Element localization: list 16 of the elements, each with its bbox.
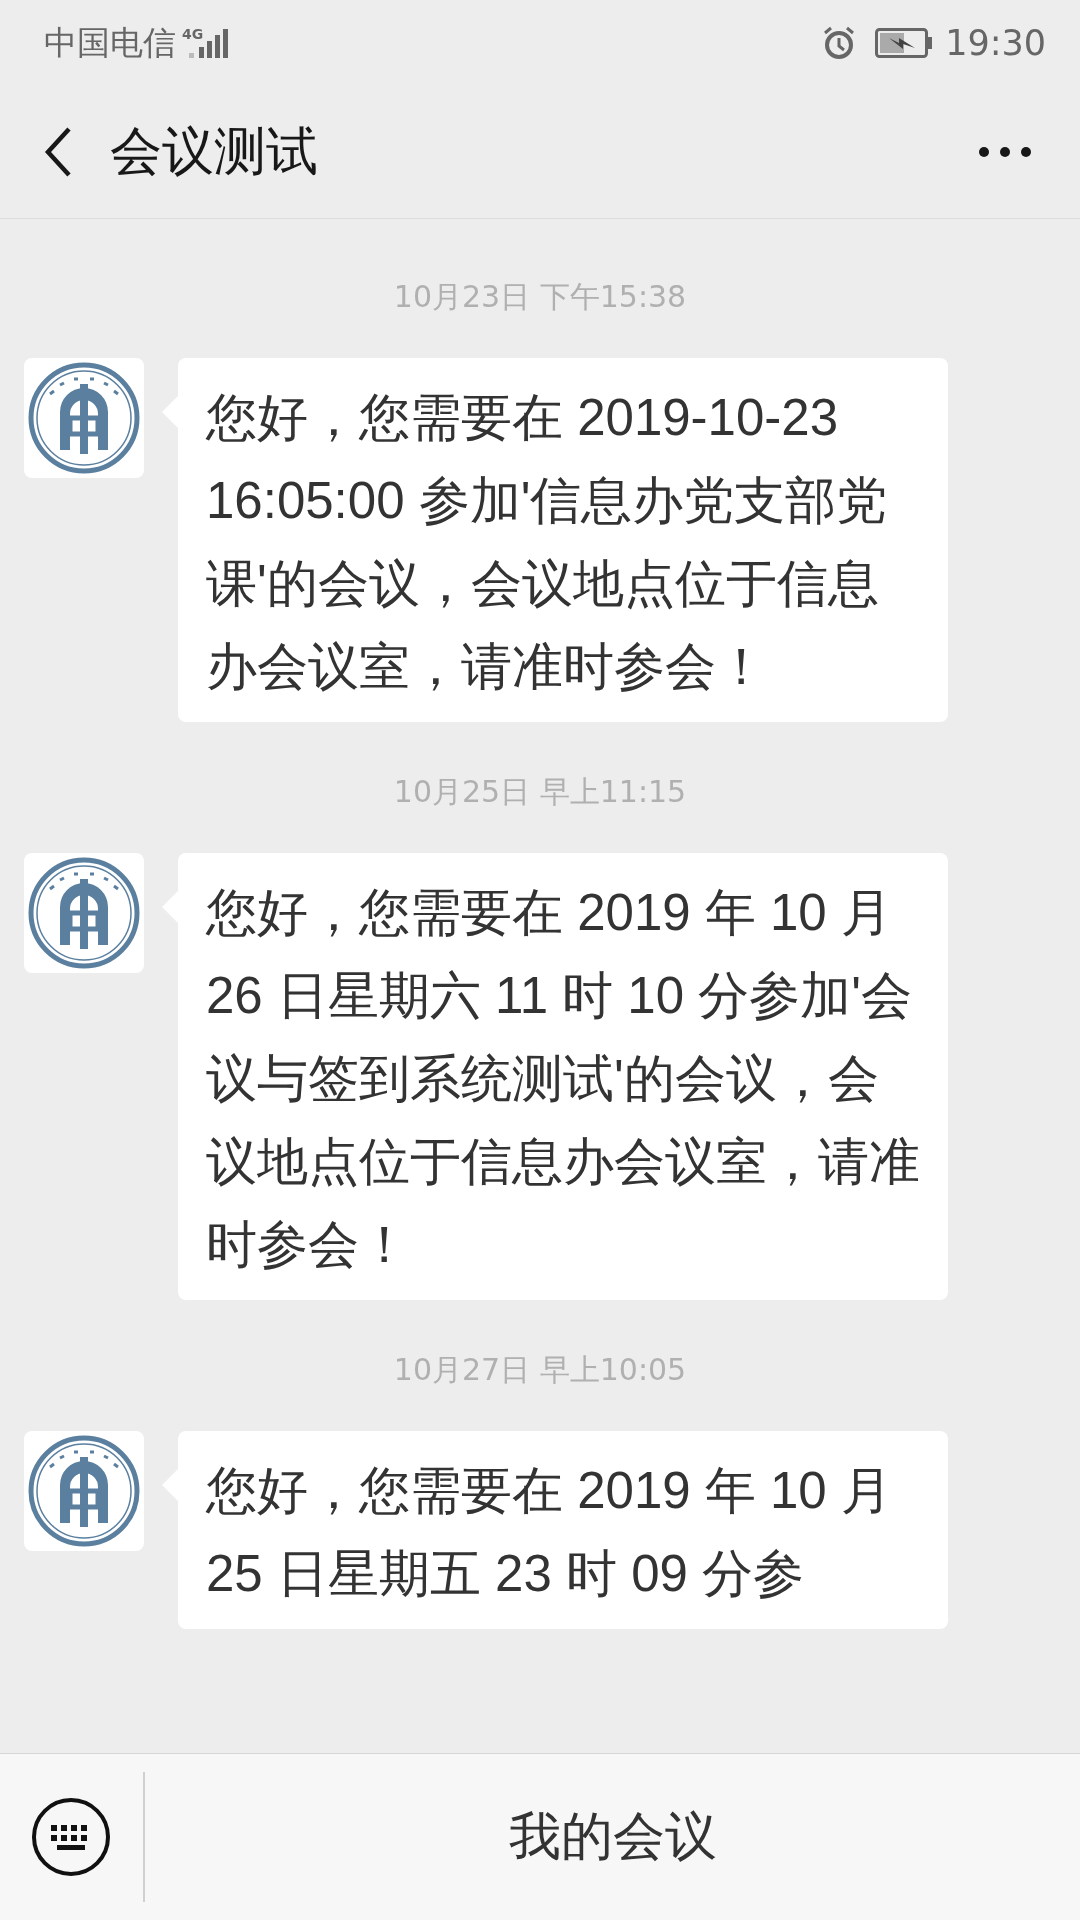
university-emblem-icon: [24, 1431, 144, 1551]
chat-title: 会议测试: [110, 120, 319, 183]
more-icon: [978, 146, 1032, 158]
message-timestamp: 10月27日 早上10:05: [393, 1351, 687, 1389]
message-timestamp: 10月23日 下午15:38: [393, 278, 687, 316]
message-bubble: 您好，您需要在 2019-10-23 16:05:00 参加'信息办党支部党课'的会议，会议地点位于信息办会议室，请准时参会！: [162, 358, 948, 722]
university-emblem-icon: [24, 358, 144, 478]
battery-icon: [875, 28, 934, 58]
keyboard-icon: [31, 1797, 111, 1877]
university-emblem-icon: [24, 853, 144, 973]
message-bubble: 您好，您需要在 2019 年 10 月 25 日星期五 23 时 09 分参: [162, 1431, 948, 1629]
message-bubble: 您好，您需要在 2019 年 10 月 26 日星期六 11 时 10 分参加'会议与签到系统测试'的会议，会议地点位于信息办会议室，请准时参会！: [162, 853, 948, 1300]
network-type: 4G: [182, 27, 204, 41]
message-timestamp: 10月25日 早上11:15: [393, 773, 687, 811]
carrier-name: 中国电信: [44, 21, 176, 64]
clock-time: 19:30: [945, 23, 1046, 63]
